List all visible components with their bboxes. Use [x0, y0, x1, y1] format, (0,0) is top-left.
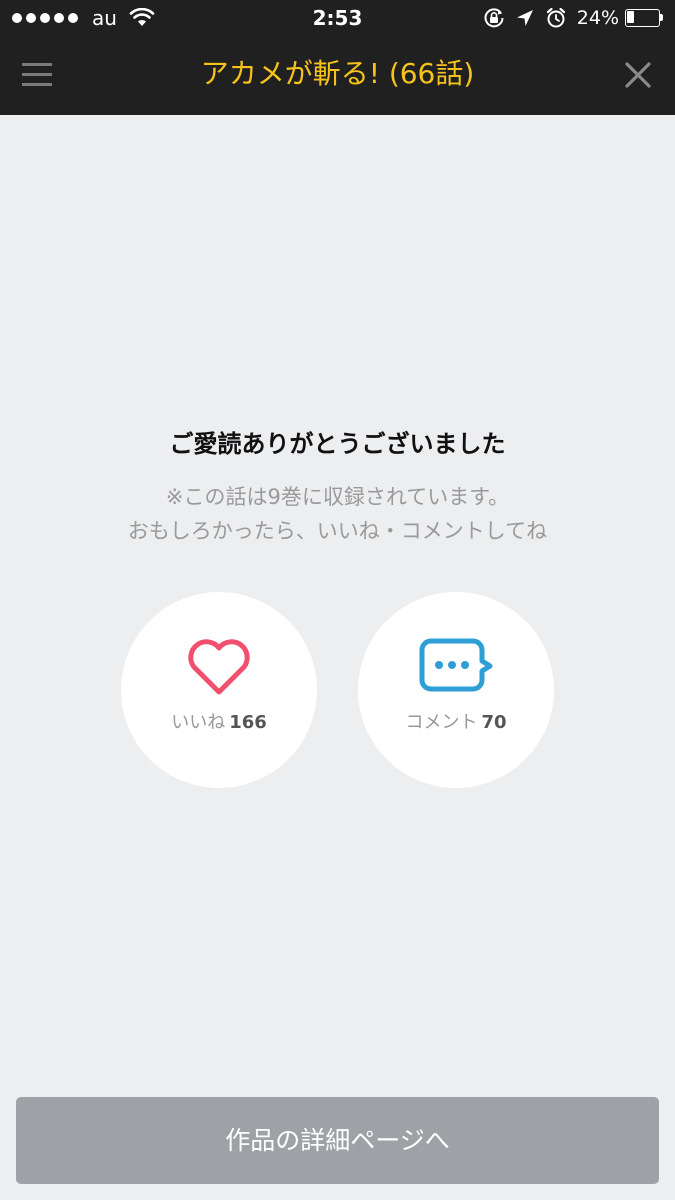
status-bar: au 2:53 24% — [0, 0, 675, 36]
battery-icon — [625, 9, 663, 27]
work-detail-button[interactable]: 作品の詳細ページへ — [16, 1097, 659, 1184]
top-bar: au 2:53 24% アカメが斬る! (66話) — [0, 0, 675, 115]
like-count: 166 — [229, 712, 267, 733]
comment-label: コメント 70 — [358, 709, 554, 737]
speech-bubble-icon — [419, 638, 493, 692]
like-comment-prompt: おもしろかったら、いいね・コメントしてね — [127, 519, 548, 543]
battery-fill — [627, 11, 634, 23]
battery-percent: 24% — [576, 7, 619, 29]
close-icon[interactable] — [623, 60, 653, 90]
like-label: いいね 166 — [121, 709, 317, 737]
menu-line — [22, 83, 52, 86]
heart-icon — [188, 639, 250, 695]
comment-button[interactable]: コメント 70 — [358, 592, 554, 788]
menu-line — [22, 63, 52, 66]
battery-tip — [660, 14, 663, 21]
rotation-lock-icon — [484, 8, 504, 28]
status-right: 24% — [473, 6, 663, 30]
page-title: アカメが斬る! (66話) — [200, 57, 475, 90]
comment-count: 70 — [481, 712, 507, 733]
like-button[interactable]: いいね 166 — [121, 592, 317, 788]
comment-text: コメント — [405, 712, 478, 733]
header: アカメが斬る! (66話) — [0, 36, 675, 115]
volume-info-text: ※この話は9巻に収録されています。 — [165, 485, 510, 509]
alarm-icon — [546, 7, 565, 28]
location-arrow-icon — [516, 10, 533, 26]
hamburger-menu-icon[interactable] — [22, 60, 54, 90]
menu-line — [22, 73, 52, 76]
thanks-message: ご愛読ありがとうございました — [169, 430, 506, 458]
like-text: いいね — [171, 712, 226, 733]
like-icon-wrap — [121, 636, 317, 700]
comment-icon-wrap — [358, 636, 554, 700]
message-subtext: ※この話は9巻に収録されています。 おもしろかったら、いいね・コメントしてね — [0, 480, 675, 548]
